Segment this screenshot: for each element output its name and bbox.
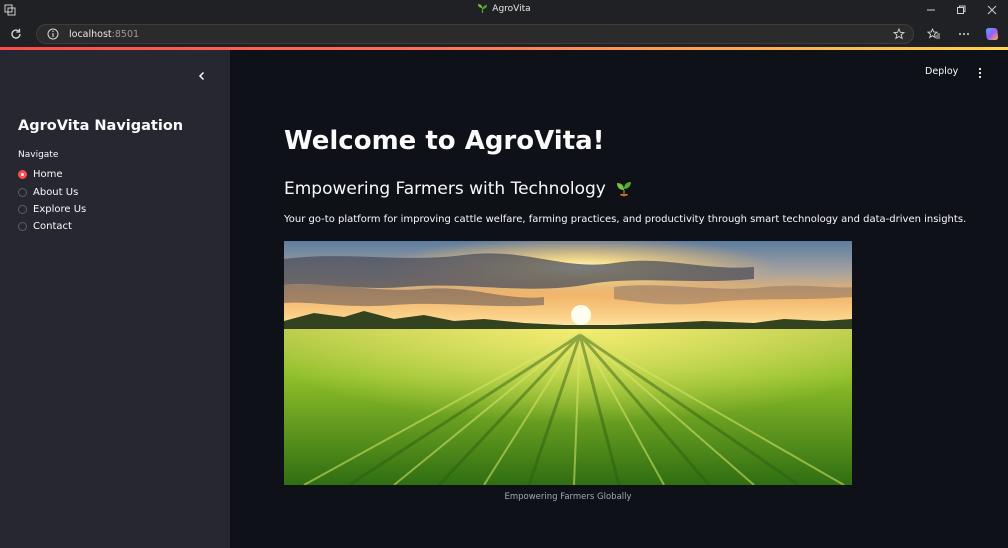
nav-radio-home[interactable]: Home [18, 167, 63, 181]
reload-icon[interactable] [9, 27, 23, 41]
radio-group-label: Navigate [18, 150, 59, 160]
nav-radio-label: Contact [33, 220, 72, 232]
star-icon[interactable] [893, 28, 905, 40]
browser-addressbar: localhost:8501 [0, 21, 1008, 48]
collapse-chevron-icon[interactable] [196, 70, 208, 82]
close-icon[interactable] [985, 3, 999, 17]
page-subtitle-text: Empowering Farmers with Technology [284, 179, 606, 199]
page-description: Your go-to platform for improving cattle… [284, 214, 967, 225]
window-title-text: AgroVita [492, 4, 531, 14]
page-title: Welcome to AgroVita! [284, 126, 605, 156]
window-title: AgroVita [0, 3, 1008, 14]
radio-button[interactable] [18, 221, 27, 231]
nav-radio-label: Explore Us [33, 203, 87, 215]
nav-radio-contact[interactable]: Contact [18, 219, 72, 233]
nav-radio-label: Home [33, 168, 63, 180]
sprout-icon [616, 182, 631, 197]
info-icon[interactable] [47, 28, 59, 40]
radio-button-selected[interactable] [18, 169, 27, 179]
nav-radio-label: About Us [33, 186, 79, 198]
radio-button[interactable] [18, 204, 27, 214]
rice-field-sunset-image [284, 241, 852, 485]
leaf-icon [478, 4, 488, 13]
browser-titlebar: AgroVita [0, 0, 1008, 21]
page-subtitle: Empowering Farmers with Technology [284, 179, 634, 199]
nav-radio-explore-us[interactable]: Explore Us [18, 202, 86, 216]
sidebar: AgroVita Navigation Navigate Home About … [0, 50, 230, 548]
restore-icon[interactable] [954, 3, 968, 17]
nav-radio-about-us[interactable]: About Us [18, 185, 78, 199]
url-host: localhost [69, 29, 112, 40]
more-icon[interactable] [957, 27, 971, 41]
url-field[interactable]: localhost:8501 [36, 24, 914, 44]
image-caption: Empowering Farmers Globally [504, 492, 632, 502]
radio-button[interactable] [18, 187, 27, 197]
url-port: :8501 [111, 29, 140, 40]
minimize-icon[interactable] [924, 3, 938, 17]
sidebar-title: AgroVita Navigation [18, 118, 184, 134]
favorites-icon[interactable] [927, 27, 941, 41]
url-text: localhost:8501 [69, 29, 139, 40]
copilot-icon[interactable] [985, 27, 999, 41]
kebab-menu-icon[interactable] [976, 67, 984, 79]
deploy-button[interactable]: Deploy [925, 66, 958, 77]
